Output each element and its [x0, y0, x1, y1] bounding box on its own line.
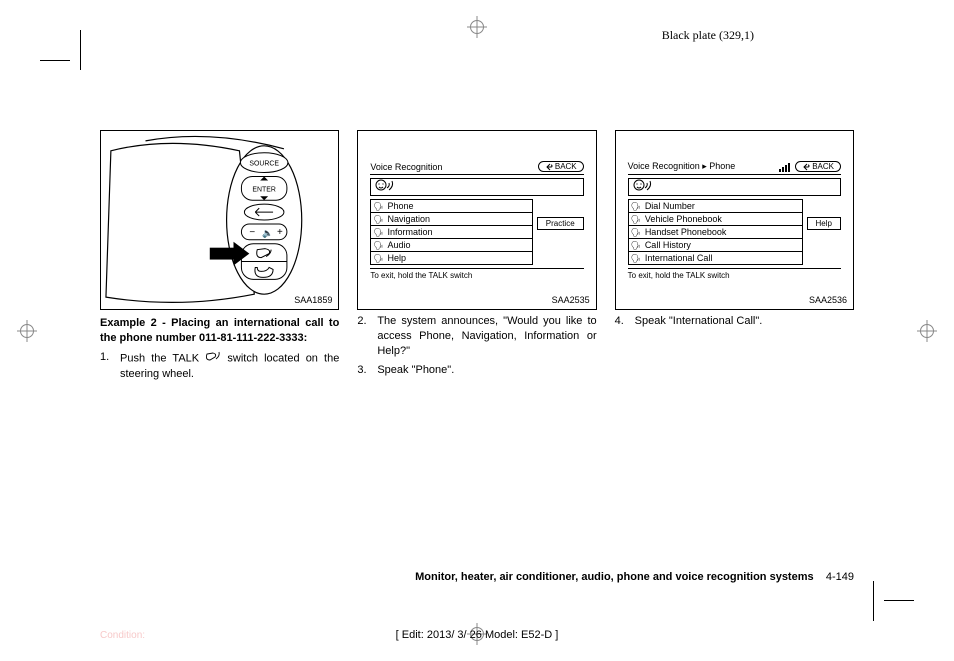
menu-item-phone[interactable]: 🗣Phone: [371, 200, 531, 213]
exit-hint: To exit, hold the TALK switch: [628, 268, 841, 280]
speak-icon: 🗣: [373, 202, 383, 211]
help-button[interactable]: Help: [807, 217, 841, 230]
voice-input-box: [628, 178, 841, 196]
corner-mark: [884, 600, 914, 601]
step-3: 3. Speak "Phone".: [357, 363, 596, 378]
corner-mark: [40, 60, 70, 61]
menu-item-help[interactable]: 🗣Help: [371, 252, 531, 264]
corner-mark: [80, 30, 81, 70]
step-number: 3.: [357, 363, 369, 378]
chapter-title: Monitor, heater, air conditioner, audio,…: [415, 571, 814, 583]
menu-item-dial-number[interactable]: 🗣Dial Number: [629, 200, 802, 213]
speak-icon: 🗣: [631, 202, 641, 211]
speak-icon: 🗣: [373, 215, 383, 224]
figure-vr-main: Voice Recognition BACK 🗣Phone: [357, 130, 596, 310]
steering-wheel-illustration: SOURCE ENTER − 🔈 +: [101, 131, 338, 309]
corner-mark: [873, 581, 874, 621]
svg-text:+: +: [277, 227, 283, 238]
step-number: 4.: [615, 314, 627, 329]
step-text: Push the TALK switch located on the stee…: [120, 350, 339, 382]
step-text: The system announces, "Would you like to…: [377, 314, 596, 359]
column-2: Voice Recognition BACK 🗣Phone: [357, 130, 596, 381]
practice-button[interactable]: Practice: [537, 217, 584, 230]
speak-icon: 🗣: [631, 228, 641, 237]
back-arrow-icon: [802, 163, 810, 171]
menu-item-audio[interactable]: 🗣Audio: [371, 239, 531, 252]
back-arrow-icon: [545, 163, 553, 171]
menu-item-information[interactable]: 🗣Information: [371, 226, 531, 239]
svg-text:SOURCE: SOURCE: [249, 161, 279, 168]
menu-item-vehicle-phonebook[interactable]: 🗣Vehicle Phonebook: [629, 213, 802, 226]
figure-id: SAA1859: [294, 295, 332, 305]
figure-id: SAA2536: [809, 295, 847, 305]
speak-icon: 🗣: [373, 254, 383, 263]
svg-text:ENTER: ENTER: [252, 186, 275, 193]
menu-item-handset-phonebook[interactable]: 🗣Handset Phonebook: [629, 226, 802, 239]
crop-mark-right: [920, 324, 934, 338]
menu-list: 🗣Phone 🗣Navigation 🗣Information 🗣Audio 🗣…: [370, 199, 532, 265]
menu-item-navigation[interactable]: 🗣Navigation: [371, 213, 531, 226]
figure-vr-phone: Voice Recognition ▸ Phone BACK: [615, 130, 854, 310]
menu-item-call-history[interactable]: 🗣Call History: [629, 239, 802, 252]
crop-mark-top: [470, 20, 484, 34]
menu-list: 🗣Dial Number 🗣Vehicle Phonebook 🗣Handset…: [628, 199, 803, 265]
signal-icon: [779, 161, 791, 171]
speak-icon: 🗣: [631, 241, 641, 250]
column-1: SOURCE ENTER − 🔈 +: [100, 130, 339, 381]
speak-icon: 🗣: [631, 254, 641, 263]
speak-icon: 🗣: [631, 215, 641, 224]
footer-condition: Condition:: [100, 630, 145, 641]
back-button[interactable]: BACK: [795, 161, 841, 172]
back-button[interactable]: BACK: [538, 161, 584, 172]
column-3: Voice Recognition ▸ Phone BACK: [615, 130, 854, 381]
example-heading: Example 2 - Placing an international cal…: [100, 316, 339, 346]
step-text: Speak "Phone".: [377, 363, 454, 378]
screen-title: Voice Recognition ▸ Phone: [628, 161, 736, 172]
footer-chapter-line: Monitor, heater, air conditioner, audio,…: [100, 571, 854, 583]
exit-hint: To exit, hold the TALK switch: [370, 268, 583, 280]
figure-steering-wheel: SOURCE ENTER − 🔈 +: [100, 130, 339, 310]
speak-icon: 🗣: [373, 228, 383, 237]
step-4: 4. Speak "International Call".: [615, 314, 854, 329]
crop-mark-left: [20, 324, 34, 338]
page-content: SOURCE ENTER − 🔈 +: [100, 130, 854, 381]
step-number: 2.: [357, 314, 369, 359]
figure-id: SAA2535: [552, 295, 590, 305]
step-2: 2. The system announces, "Would you like…: [357, 314, 596, 359]
voice-input-box: [370, 178, 583, 196]
plate-header: Black plate (329,1): [662, 28, 754, 43]
face-speak-icon: [633, 179, 653, 195]
svg-text:🔈: 🔈: [262, 228, 273, 239]
step-text: Speak "International Call".: [635, 314, 763, 329]
svg-text:−: −: [249, 227, 255, 238]
speak-icon: 🗣: [373, 241, 383, 250]
talk-icon: [205, 350, 221, 367]
menu-item-international-call[interactable]: 🗣International Call: [629, 252, 802, 264]
face-speak-icon: [375, 179, 395, 195]
screen-title: Voice Recognition: [370, 162, 442, 172]
step-1: 1. Push the TALK switch located on the s…: [100, 350, 339, 382]
page-number: 4-149: [826, 571, 854, 583]
step-number: 1.: [100, 350, 112, 382]
